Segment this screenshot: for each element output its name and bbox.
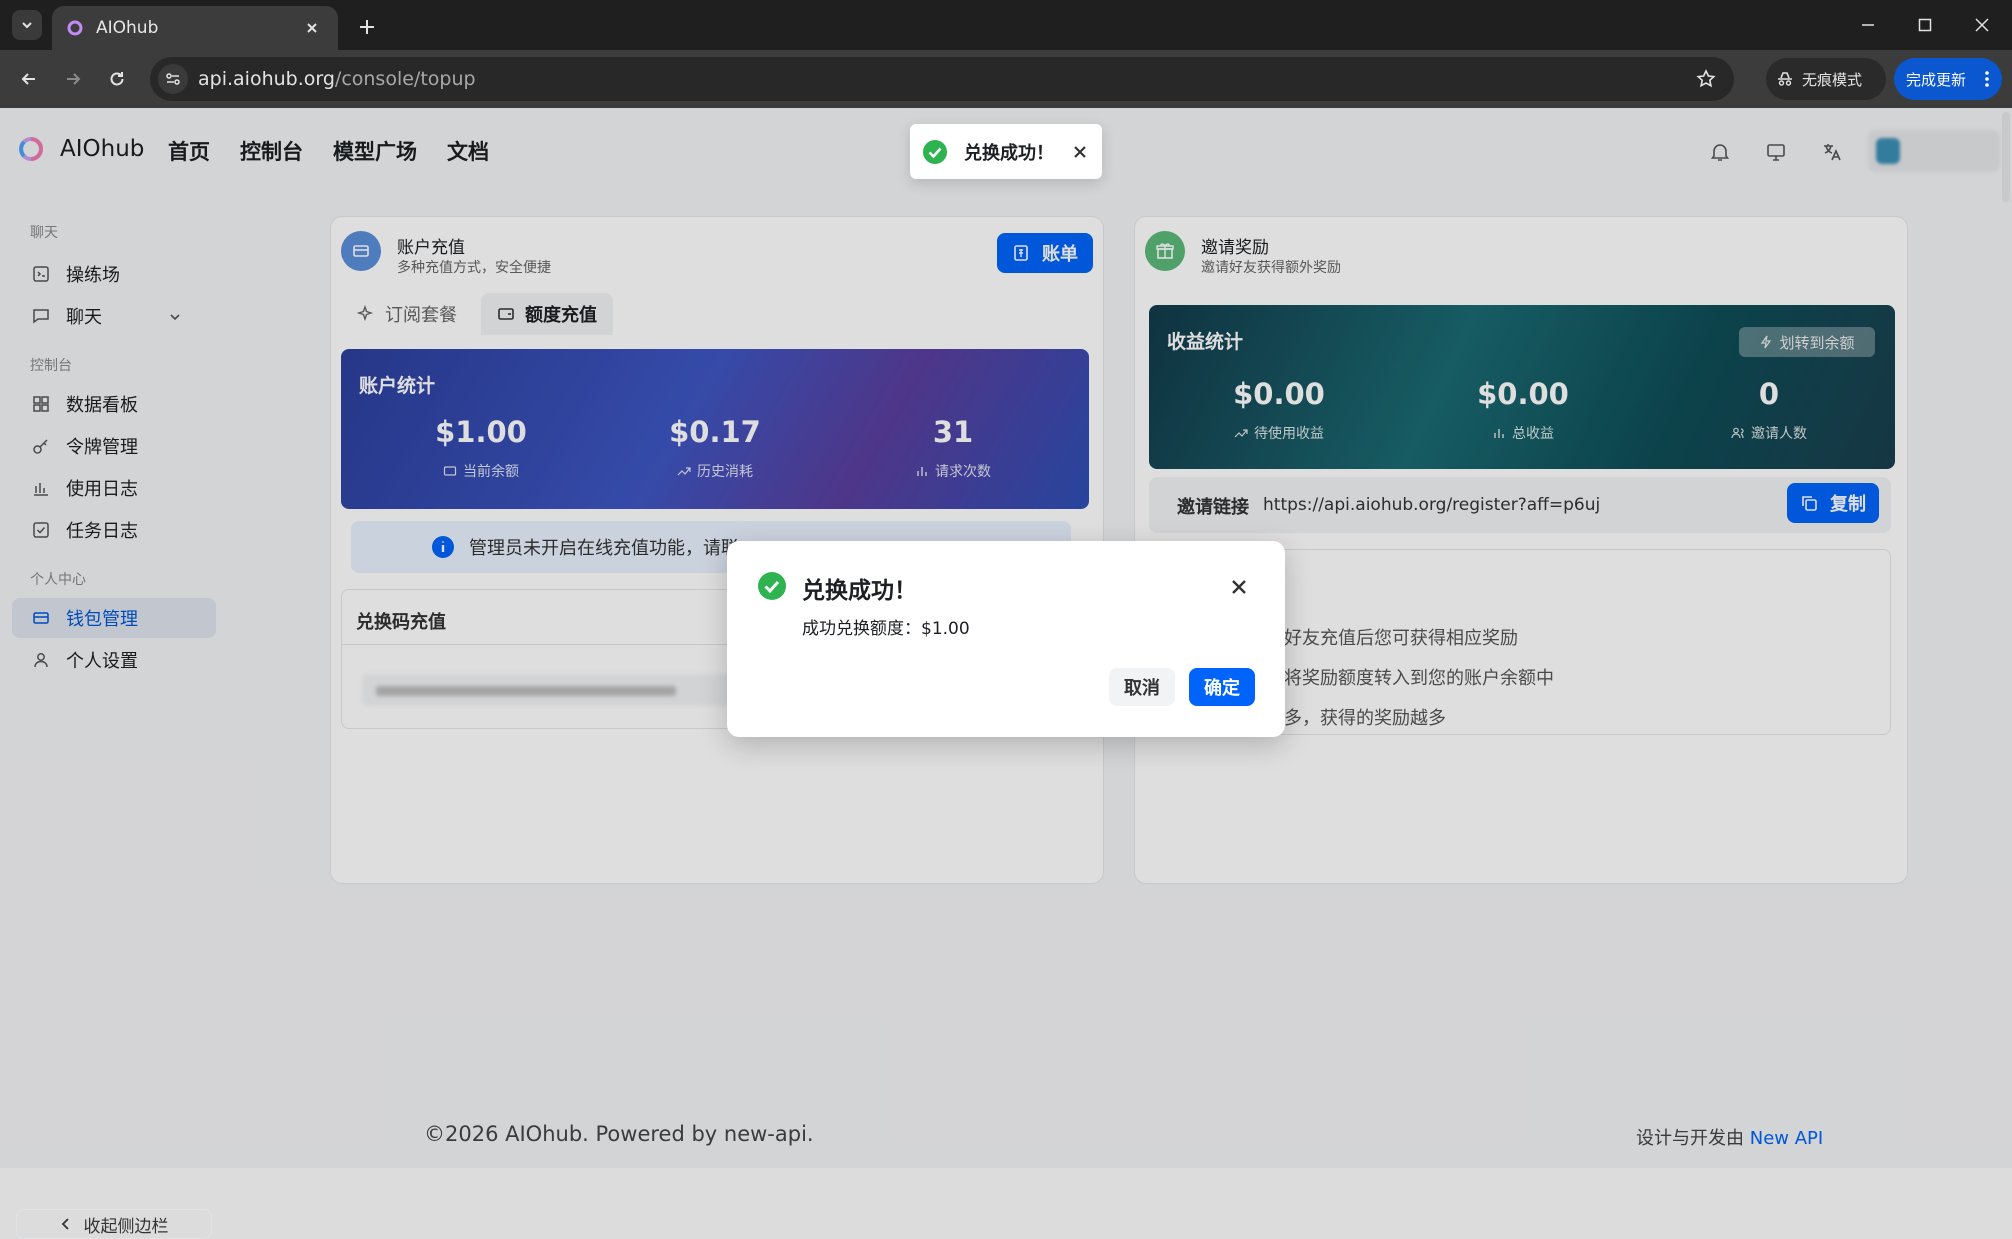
check-circle-icon: [922, 139, 948, 165]
minimize-icon[interactable]: [1848, 10, 1888, 40]
maximize-icon[interactable]: [1905, 10, 1945, 40]
confirm-button[interactable]: 确定: [1189, 668, 1255, 706]
new-tab-icon[interactable]: [352, 12, 382, 42]
dialog-message: 成功兑换额度：$1.00: [802, 619, 970, 639]
browser-tab-active[interactable]: AIOhub: [52, 6, 338, 50]
reload-icon[interactable]: [102, 64, 132, 94]
update-button[interactable]: 完成更新: [1894, 58, 2002, 100]
update-label: 完成更新: [1906, 70, 1967, 89]
browser-chrome: AIOhub api.aiohub.org/console/topup 无痕模式…: [0, 0, 2012, 108]
url-host: api.aiohub.org: [198, 68, 335, 90]
collapse-label: 收起侧边栏: [83, 1216, 169, 1237]
more-vert-icon: [1984, 70, 1990, 88]
dialog-title: 兑换成功！: [802, 578, 917, 604]
site-info-icon[interactable]: [158, 64, 188, 94]
chevron-down-icon: [20, 18, 34, 32]
omnibox[interactable]: api.aiohub.org/console/topup: [150, 57, 1734, 101]
chevron-left-icon: [60, 1217, 72, 1231]
tab-bar: AIOhub: [0, 0, 2012, 50]
toast-text: 兑换成功！: [964, 142, 1054, 164]
window-close-icon[interactable]: [1962, 10, 2002, 40]
close-icon[interactable]: [1227, 575, 1251, 599]
close-tab-icon[interactable]: [300, 16, 324, 40]
redeem-success-dialog: 兑换成功！ 成功兑换额度：$1.00 取消 确定: [727, 541, 1285, 737]
site-favicon-icon: [66, 19, 84, 37]
url-path: /console/topup: [334, 68, 476, 90]
incognito-label: 无痕模式: [1802, 70, 1863, 89]
incognito-icon: [1776, 70, 1794, 88]
address-bar-row: api.aiohub.org/console/topup 无痕模式 完成更新: [0, 50, 2012, 108]
back-icon[interactable]: [14, 64, 44, 94]
collapse-sidebar-button[interactable]: 收起侧边栏: [16, 1209, 212, 1239]
tab-search-button[interactable]: [12, 10, 42, 40]
cancel-button[interactable]: 取消: [1109, 668, 1175, 706]
tab-title: AIOhub: [96, 18, 159, 38]
url-text: api.aiohub.org/console/topup: [198, 68, 476, 90]
close-icon[interactable]: [1070, 142, 1090, 162]
page-scrollbar[interactable]: [2002, 112, 2010, 202]
check-circle-icon: [757, 571, 787, 601]
forward-icon[interactable]: [58, 64, 88, 94]
success-toast: 兑换成功！: [910, 124, 1102, 179]
bookmark-star-icon[interactable]: [1692, 65, 1720, 93]
incognito-badge[interactable]: 无痕模式: [1766, 58, 1886, 100]
